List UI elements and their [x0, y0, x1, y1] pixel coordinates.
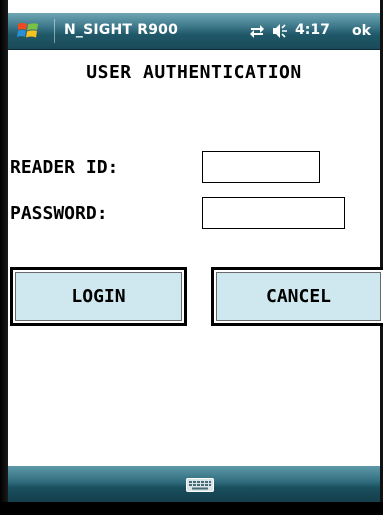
- ok-button[interactable]: ok: [352, 20, 380, 42]
- keyboard-icon[interactable]: [186, 478, 214, 492]
- login-button[interactable]: LOGIN: [10, 267, 187, 326]
- device-screen: N_SIGHT R900 4:17 ok USER AUTHENTICATION…: [0, 0, 383, 515]
- cancel-button[interactable]: CANCEL: [211, 267, 383, 326]
- title-bar: N_SIGHT R900 4:17 ok: [8, 13, 380, 50]
- connectivity-icon[interactable]: [248, 23, 266, 39]
- app-title: N_SIGHT R900: [64, 22, 179, 38]
- menu-bar: [8, 466, 380, 502]
- volume-icon[interactable]: [271, 22, 289, 40]
- bezel-left: [0, 0, 8, 515]
- bezel-bottom: [0, 502, 383, 515]
- title-separator: [54, 19, 55, 43]
- reader-id-label: READER ID:: [10, 157, 119, 178]
- reader-id-input[interactable]: [202, 151, 320, 183]
- password-input[interactable]: [202, 197, 345, 229]
- clock: 4:17: [295, 22, 330, 38]
- page-title: USER AUTHENTICATION: [86, 62, 302, 83]
- password-label: PASSWORD:: [10, 203, 108, 224]
- windows-start-icon[interactable]: [16, 19, 40, 43]
